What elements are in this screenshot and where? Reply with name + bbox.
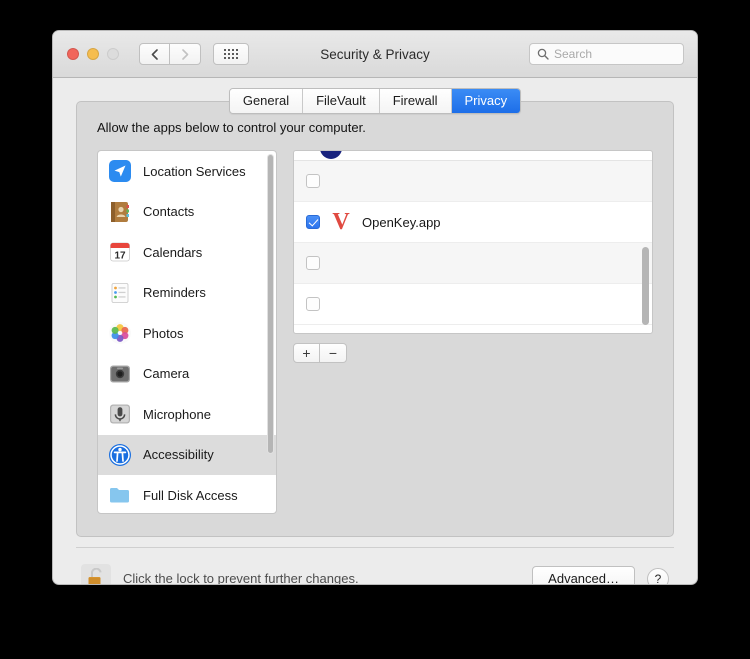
sidebar-item-accessibility[interactable]: Accessibility [98, 434, 276, 475]
lock-button[interactable] [81, 563, 111, 584]
app-checkbox[interactable] [306, 174, 320, 188]
tab-general[interactable]: General [229, 89, 304, 113]
app-list-scrollbar-thumb[interactable] [642, 247, 649, 325]
chevron-right-icon [181, 48, 188, 60]
sidebar-item-microphone[interactable]: Microphone [98, 394, 276, 435]
sidebar-item-label: Full Disk Access [143, 487, 238, 503]
help-button[interactable]: ? [647, 567, 669, 584]
unlocked-padlock-icon [88, 567, 102, 584]
close-button[interactable] [67, 48, 79, 60]
zoom-button[interactable] [107, 48, 119, 60]
search-input[interactable] [554, 47, 683, 61]
window-footer: Click the lock to prevent further change… [76, 547, 674, 585]
sidebar-item-label: Microphone [143, 406, 211, 422]
sidebar-item-label: Accessibility [143, 447, 214, 463]
svg-text:17: 17 [114, 251, 126, 262]
tab-filevault[interactable]: FileVault [303, 89, 380, 113]
sidebar-item-calendars[interactable]: 17 Calendars [98, 232, 276, 273]
sidebar-item-label: Calendars [143, 244, 203, 260]
forward-button[interactable] [170, 43, 201, 65]
partial-blue-icon [320, 151, 342, 159]
sidebar-item-label: Reminders [143, 285, 206, 301]
sidebar-item-location-services[interactable]: Location Services [98, 151, 276, 192]
back-button[interactable] [139, 43, 170, 65]
add-remove-button-group: + − [293, 343, 347, 363]
app-permission-list[interactable]: V OpenKey.app [293, 150, 653, 334]
folder-icon [108, 483, 132, 507]
calendar-icon: 17 [108, 240, 132, 264]
add-app-button[interactable]: + [293, 343, 320, 363]
minimize-button[interactable] [87, 48, 99, 60]
allow-description: Allow the apps below to control your com… [97, 120, 366, 135]
sidebar-item-label: Camera [143, 366, 190, 382]
list-item[interactable] [294, 151, 652, 161]
sidebar-item-label: Contacts [143, 204, 195, 220]
reminders-list-icon [108, 281, 132, 305]
system-preferences-window: Security & Privacy General FileVault Fir… [52, 30, 698, 585]
sidebar-item-camera[interactable]: Camera [98, 354, 276, 395]
privacy-panel: Allow the apps below to control your com… [76, 101, 674, 537]
window-titlebar: Security & Privacy [53, 31, 697, 78]
advanced-button[interactable]: Advanced… [532, 566, 635, 584]
sidebar-item-contacts[interactable]: Contacts [98, 192, 276, 233]
app-name-label: OpenKey.app [362, 214, 441, 230]
app-permissions-column: V OpenKey.app + − [293, 150, 653, 514]
grid-icon [224, 49, 238, 59]
chevron-left-icon [151, 48, 158, 60]
list-item[interactable] [294, 243, 652, 284]
sidebar-item-label: Photos [143, 325, 184, 341]
search-icon [537, 48, 549, 60]
tab-privacy[interactable]: Privacy [451, 89, 521, 113]
sidebar-item-photos[interactable]: Photos [98, 313, 276, 354]
accessibility-icon [108, 443, 132, 467]
microphone-icon [108, 402, 132, 426]
sidebar-item-full-disk-access[interactable]: Full Disk Access [98, 475, 276, 513]
traffic-light-group [67, 48, 119, 60]
contacts-book-icon [108, 200, 132, 224]
sidebar-item-label: Location Services [143, 163, 246, 179]
sidebar-item-reminders[interactable]: Reminders [98, 273, 276, 314]
camera-icon [108, 362, 132, 386]
app-checkbox[interactable] [306, 215, 320, 229]
photos-flower-icon [108, 321, 132, 345]
tab-bar: General FileVault Firewall Privacy [53, 88, 697, 114]
app-checkbox[interactable] [306, 256, 320, 270]
sidebar-scrollbar-thumb[interactable] [267, 154, 274, 454]
tab-firewall[interactable]: Firewall [379, 89, 452, 113]
remove-app-button[interactable]: − [320, 343, 347, 363]
openkey-v-icon: V [332, 209, 350, 235]
list-item[interactable] [294, 161, 652, 202]
navigation-buttons [139, 43, 201, 65]
app-checkbox[interactable] [306, 297, 320, 311]
search-field[interactable] [529, 43, 684, 65]
table-row[interactable]: V OpenKey.app [294, 202, 652, 243]
location-arrow-icon [108, 159, 132, 183]
lock-status-text: Click the lock to prevent further change… [123, 571, 359, 585]
privacy-category-sidebar[interactable]: Location Services Contacts 17 Calendars … [97, 150, 277, 514]
show-all-button[interactable] [213, 43, 249, 65]
list-item[interactable] [294, 284, 652, 325]
